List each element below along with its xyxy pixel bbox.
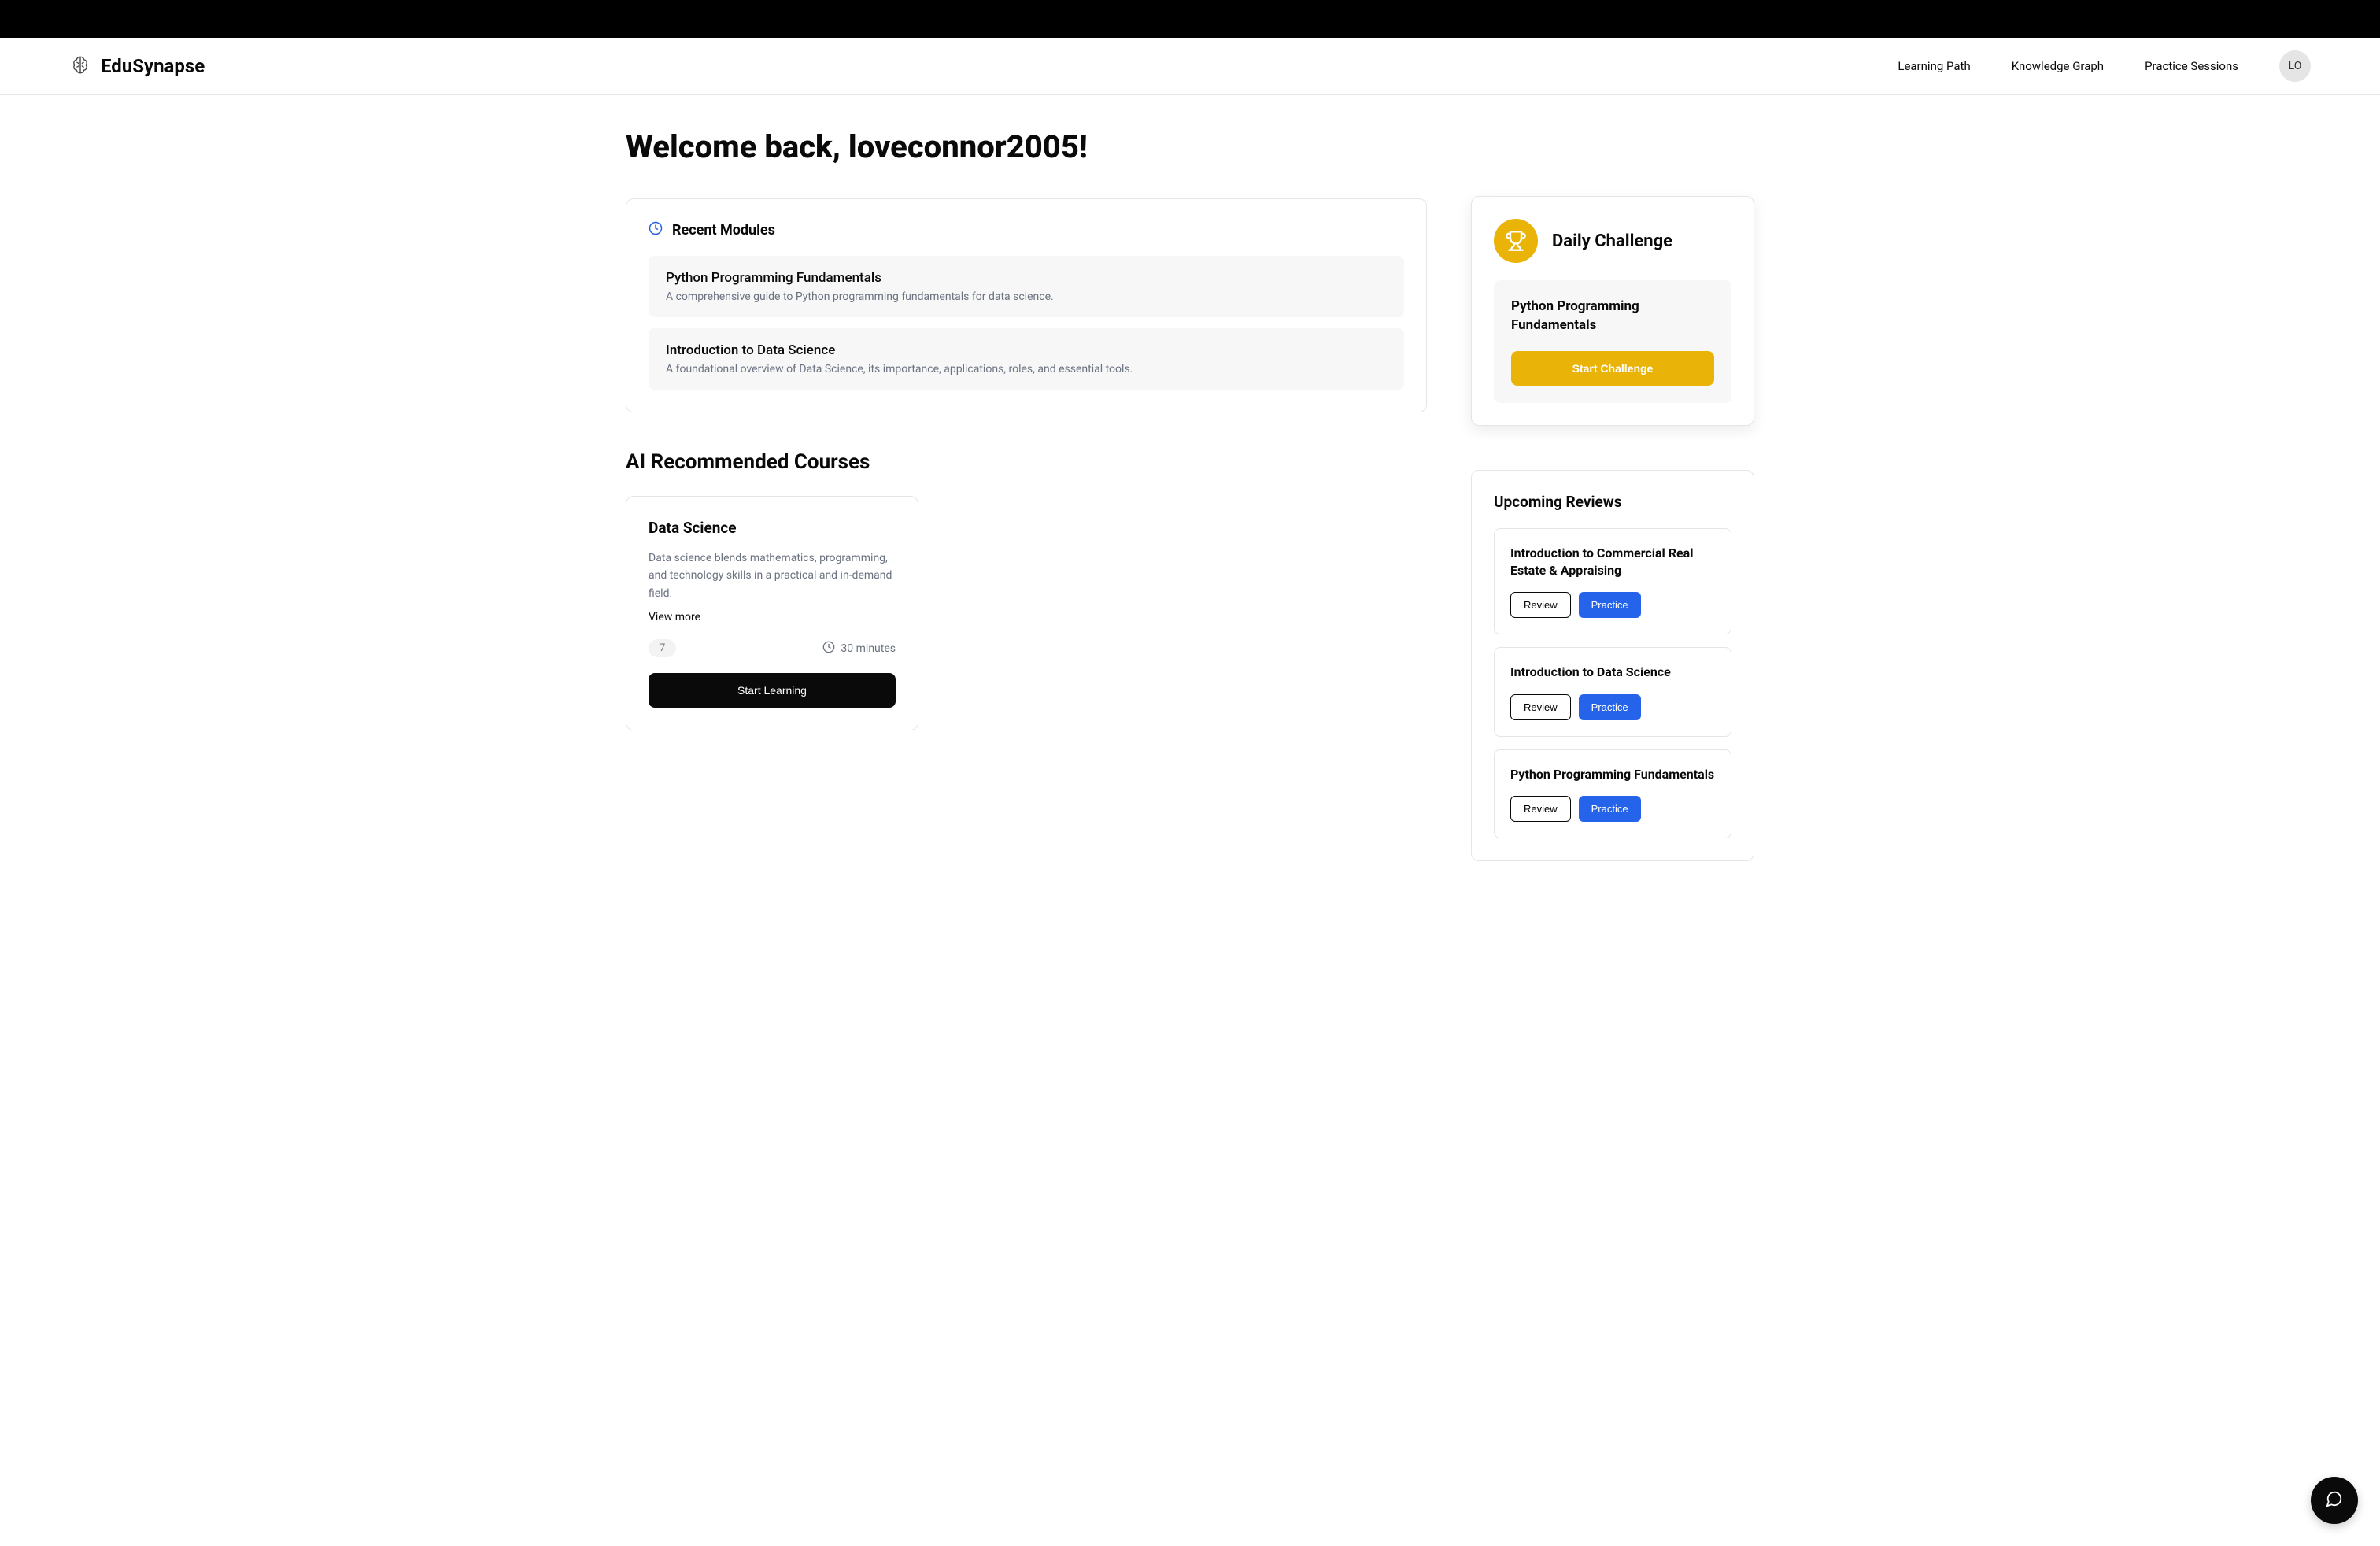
chat-icon [2326, 1490, 2343, 1511]
lesson-count-badge: 7 [649, 639, 676, 657]
daily-challenge-card: Daily Challenge Python Programming Funda… [1471, 196, 1754, 426]
nav-knowledge-graph[interactable]: Knowledge Graph [2012, 59, 2104, 73]
recent-modules-title: Recent Modules [672, 222, 775, 239]
recent-modules-card: Recent Modules Python Programming Fundam… [626, 198, 1427, 412]
review-item-actions: Review Practice [1510, 592, 1715, 618]
daily-challenge-content: Python Programming Fundamentals Start Ch… [1494, 280, 1731, 403]
review-item: Introduction to Data Science Review Prac… [1494, 647, 1731, 736]
start-challenge-button[interactable]: Start Challenge [1511, 351, 1714, 386]
main-content: Welcome back, loveconnor2005! Recent Mod… [556, 95, 1824, 930]
chat-fab-button[interactable] [2311, 1477, 2358, 1524]
recommended-section-title: AI Recommended Courses [626, 450, 1427, 474]
nav-practice-sessions[interactable]: Practice Sessions [2145, 59, 2238, 73]
upcoming-reviews-card: Upcoming Reviews Introduction to Commerc… [1471, 470, 1754, 862]
nav-learning-path[interactable]: Learning Path [1898, 59, 1970, 73]
site-header: EduSynapse Learning Path Knowledge Graph… [0, 38, 2380, 95]
main-nav: Learning Path Knowledge Graph Practice S… [1898, 50, 2311, 82]
module-title: Introduction to Data Science [666, 342, 1387, 358]
review-item: Introduction to Commercial Real Estate &… [1494, 528, 1731, 635]
review-item: Python Programming Fundamentals Review P… [1494, 749, 1731, 838]
top-black-bar [0, 0, 2380, 38]
module-description: A foundational overview of Data Science,… [666, 363, 1387, 375]
review-item-actions: Review Practice [1510, 694, 1715, 720]
view-more-link[interactable]: View more [649, 611, 700, 623]
user-avatar[interactable]: LO [2279, 50, 2311, 82]
start-learning-button[interactable]: Start Learning [649, 673, 896, 708]
course-title: Data Science [649, 519, 896, 537]
duration-text: 30 minutes [841, 642, 896, 655]
module-item[interactable]: Python Programming Fundamentals A compre… [649, 256, 1404, 317]
course-meta: 7 30 minutes [649, 639, 896, 657]
review-button[interactable]: Review [1510, 592, 1571, 618]
course-description: Data science blends mathematics, program… [649, 549, 896, 602]
review-item-title: Python Programming Fundamentals [1510, 766, 1715, 783]
practice-button[interactable]: Practice [1579, 592, 1641, 618]
right-column: Daily Challenge Python Programming Funda… [1471, 196, 1754, 861]
clock-icon [822, 641, 835, 656]
daily-challenge-title: Daily Challenge [1552, 231, 1672, 251]
review-item-title: Introduction to Data Science [1510, 664, 1715, 681]
course-duration: 30 minutes [822, 641, 896, 656]
brand-logo[interactable]: EduSynapse [69, 55, 205, 77]
module-item[interactable]: Introduction to Data Science A foundatio… [649, 328, 1404, 390]
module-description: A comprehensive guide to Python programm… [666, 290, 1387, 303]
clock-icon [649, 221, 663, 239]
module-title: Python Programming Fundamentals [666, 270, 1387, 286]
review-button[interactable]: Review [1510, 694, 1571, 720]
review-button[interactable]: Review [1510, 796, 1571, 822]
trophy-icon [1494, 219, 1538, 263]
review-item-title: Introduction to Commercial Real Estate &… [1510, 545, 1715, 580]
brain-icon [69, 55, 91, 77]
brand-name: EduSynapse [101, 55, 205, 77]
daily-challenge-header: Daily Challenge [1494, 219, 1731, 263]
left-column: Welcome back, loveconnor2005! Recent Mod… [626, 128, 1427, 861]
review-item-actions: Review Practice [1510, 796, 1715, 822]
practice-button[interactable]: Practice [1579, 796, 1641, 822]
welcome-heading: Welcome back, loveconnor2005! [626, 128, 1427, 165]
daily-challenge-topic: Python Programming Fundamentals [1511, 298, 1714, 335]
upcoming-reviews-title: Upcoming Reviews [1494, 493, 1731, 511]
course-card: Data Science Data science blends mathema… [626, 496, 918, 730]
practice-button[interactable]: Practice [1579, 694, 1641, 720]
recent-modules-header: Recent Modules [649, 221, 1404, 239]
